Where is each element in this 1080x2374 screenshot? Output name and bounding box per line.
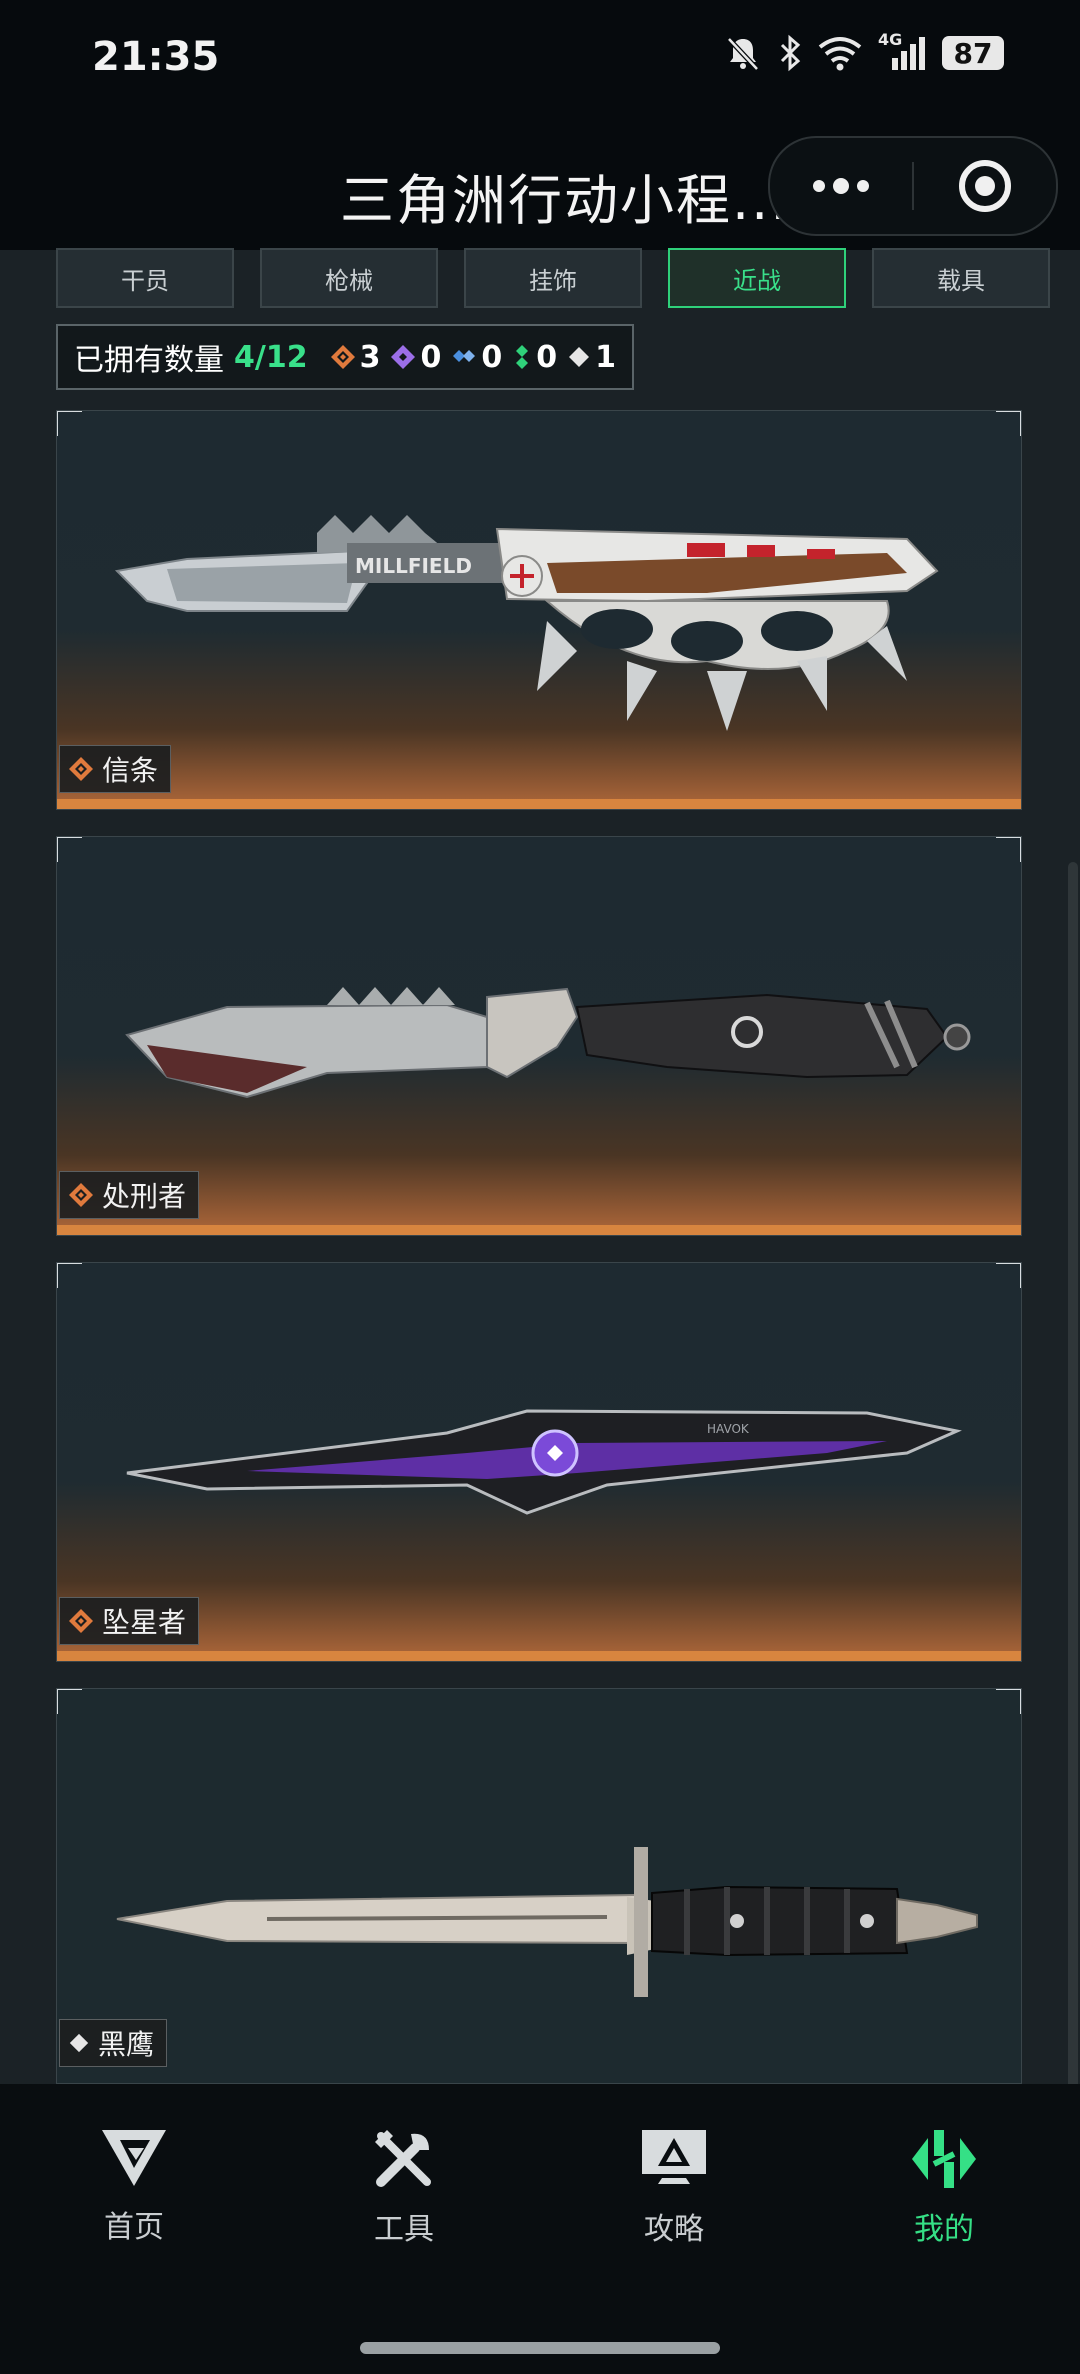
nav-tools-label: 工具	[374, 2212, 434, 2247]
knife-blackhawk-image	[116, 1847, 978, 1997]
blue-diamond-icon	[453, 350, 476, 362]
page-title: 三角洲行动小程...	[340, 169, 790, 232]
rarity-bar	[57, 799, 1021, 809]
item-name-badge: 信条	[59, 745, 172, 793]
owned-count-bar: 已拥有数量 4/12 3 0 0 0 1	[56, 324, 634, 390]
knife-starfall-image: HAVOK	[126, 1409, 962, 1515]
purple-rarity-stat: 0	[390, 340, 441, 375]
orange-diamond-icon	[330, 345, 355, 369]
melee-card-executioner[interactable]: 处刑者	[56, 836, 1022, 1236]
knife-executioner-image	[125, 987, 971, 1099]
battery-indicator: 87	[942, 36, 1004, 70]
more-button[interactable]	[770, 138, 912, 234]
nav-guide-label: 攻略	[644, 2212, 704, 2247]
nav-guide[interactable]: 攻略	[574, 2126, 774, 2248]
card-corner	[996, 1689, 1021, 1714]
close-miniprogram-button[interactable]	[914, 138, 1056, 234]
status-icons: 4G 87	[724, 30, 1004, 72]
purple-diamond-icon	[391, 345, 416, 369]
card-corner	[57, 1689, 82, 1714]
knife-creed-image: MILLFIELD	[114, 515, 939, 731]
miniprogram-capsule	[768, 136, 1058, 236]
nav-tools[interactable]: 工具	[304, 2126, 504, 2248]
title-bar: 三角洲行动小程...	[0, 120, 1080, 250]
item-name: 处刑者	[102, 1180, 187, 1213]
card-corner	[996, 1263, 1021, 1288]
item-name-badge: 坠星者	[59, 1597, 200, 1645]
home-logo-icon	[102, 2130, 166, 2186]
more-dots-icon	[813, 178, 869, 194]
orange-diamond-icon	[69, 1183, 93, 1207]
item-name: 坠星者	[102, 1606, 187, 1639]
item-name: 信条	[102, 754, 159, 787]
home-indicator[interactable]	[360, 2342, 720, 2354]
profile-logo-icon	[912, 2130, 976, 2188]
green-rarity-stat: 0	[512, 340, 557, 375]
item-name: 黑鹰	[98, 2028, 155, 2061]
bottom-nav: 首页 工具 攻略 我的	[0, 2084, 1080, 2374]
card-corner	[57, 411, 82, 436]
owned-count: 4/12	[234, 339, 308, 375]
melee-card-blackhawk[interactable]: 黑鹰	[56, 1688, 1022, 2084]
orange-rarity-stat: 3	[330, 339, 381, 375]
nav-profile-label: 我的	[914, 2212, 974, 2247]
item-name-badge: 黑鹰	[59, 2019, 168, 2067]
tab-melee[interactable]: 近战	[668, 248, 846, 308]
target-close-icon	[959, 160, 1011, 212]
status-bar: 21:35 4G 87	[0, 0, 1080, 120]
melee-card-starfall[interactable]: HAVOK 坠星者	[56, 1262, 1022, 1662]
orange-count: 3	[359, 339, 381, 375]
card-corner	[57, 837, 82, 862]
tab-operators[interactable]: 干员	[56, 248, 234, 308]
mute-bell-icon	[727, 37, 759, 71]
green-diamond-icon	[516, 345, 529, 369]
nav-home-label: 首页	[104, 2210, 164, 2245]
tools-icon	[375, 2130, 431, 2187]
white-diamond-icon	[569, 347, 590, 367]
owned-label: 已拥有数量	[74, 343, 224, 378]
nav-home[interactable]: 首页	[34, 2126, 234, 2246]
scrollbar[interactable]	[1068, 862, 1078, 2262]
purple-count: 0	[420, 339, 442, 375]
rarity-bar	[57, 1225, 1021, 1235]
tab-vehicles[interactable]: 载具	[872, 248, 1050, 308]
item-name-badge: 处刑者	[59, 1171, 200, 1219]
white-count: 1	[595, 339, 616, 375]
status-time: 21:35	[92, 34, 220, 80]
green-count: 0	[536, 339, 558, 375]
melee-card-creed[interactable]: MILLFIELD 信条	[56, 410, 1022, 810]
bluetooth-icon	[780, 34, 801, 72]
tab-charms[interactable]: 挂饰	[464, 248, 642, 308]
orange-diamond-icon	[69, 1609, 93, 1633]
card-corner	[996, 837, 1021, 862]
white-diamond-icon	[69, 2033, 89, 2053]
signal-icon: 4G	[878, 30, 926, 72]
guide-icon	[642, 2130, 706, 2184]
blue-count: 0	[481, 339, 503, 375]
rarity-bar	[57, 1651, 1021, 1661]
tab-guns[interactable]: 枪械	[260, 248, 438, 308]
nav-profile[interactable]: 我的	[844, 2126, 1044, 2248]
knife-engraving: HAVOK	[707, 1422, 750, 1436]
blue-rarity-stat: 0	[451, 340, 502, 375]
card-corner	[996, 411, 1021, 436]
knife-engraving: MILLFIELD	[355, 554, 472, 578]
category-tabs: 干员 枪械 挂饰 近战 载具	[56, 248, 1050, 310]
card-corner	[57, 1263, 82, 1288]
wifi-icon	[818, 37, 862, 71]
white-rarity-stat: 1	[567, 340, 616, 375]
orange-diamond-icon	[69, 757, 93, 781]
